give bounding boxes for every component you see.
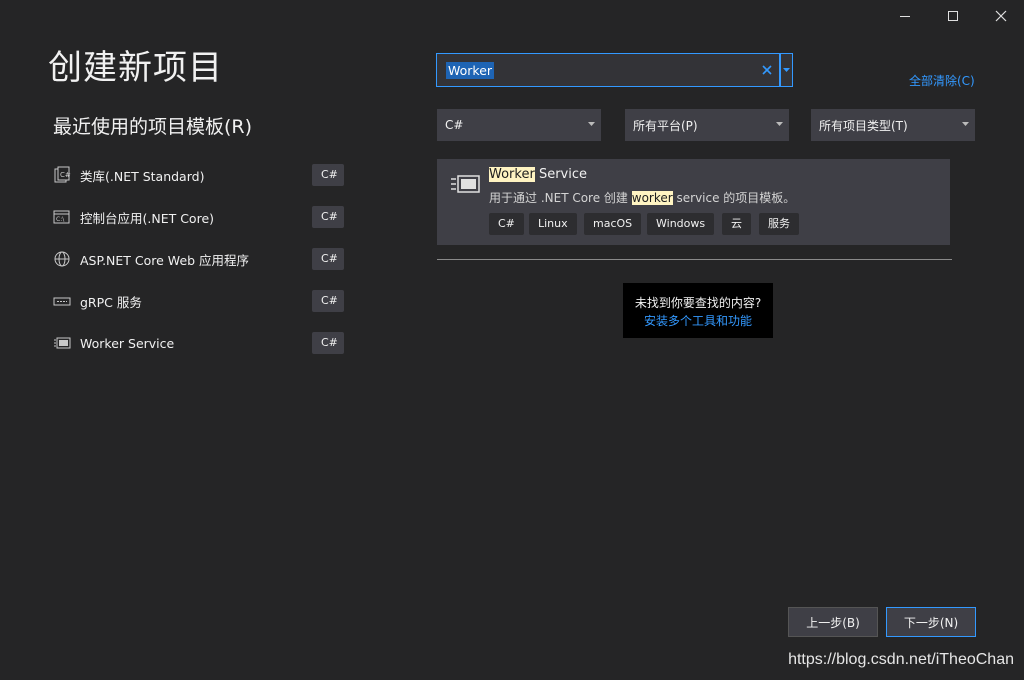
template-tag: C# xyxy=(489,213,524,235)
minimize-icon xyxy=(900,16,910,17)
search-history-dropdown[interactable] xyxy=(780,53,793,87)
watermark: https://blog.csdn.net/iTheoChan xyxy=(788,651,1014,668)
worker-service-icon xyxy=(52,333,72,353)
search-input[interactable]: Worker xyxy=(446,62,495,79)
not-found-question: 未找到你要查找的内容? xyxy=(634,296,762,310)
template-tag: 云 xyxy=(722,213,751,235)
template-tag: Linux xyxy=(529,213,577,235)
worker-service-icon xyxy=(449,171,481,197)
svg-text:C#: C# xyxy=(60,171,71,179)
page-title: 创建新项目 xyxy=(48,48,223,88)
recent-item-label: Worker Service xyxy=(80,335,175,351)
platform-filter-value: 所有平台(P) xyxy=(633,118,698,133)
language-tag: C# xyxy=(312,290,344,312)
recent-item-worker-service[interactable]: Worker Service C# xyxy=(52,330,348,356)
close-button[interactable] xyxy=(978,0,1024,32)
language-tag: C# xyxy=(312,164,344,186)
clear-search-icon[interactable] xyxy=(759,62,775,78)
project-type-filter-dropdown[interactable]: 所有项目类型(T) xyxy=(811,109,975,141)
language-tag: C# xyxy=(312,206,344,228)
recent-templates-heading: 最近使用的项目模板(R) xyxy=(53,116,253,138)
next-button[interactable]: 下一步(N) xyxy=(886,607,976,637)
platform-filter-dropdown[interactable]: 所有平台(P) xyxy=(625,109,789,141)
maximize-button[interactable] xyxy=(930,0,976,32)
install-tools-link[interactable]: 安装多个工具和功能 xyxy=(623,312,773,329)
language-tag: C# xyxy=(312,332,344,354)
not-found-panel: 未找到你要查找的内容? 安装多个工具和功能 xyxy=(623,283,773,338)
clear-all-link[interactable]: 全部清除(C) xyxy=(909,72,975,89)
recent-item-label: 控制台应用(.NET Core) xyxy=(80,210,215,226)
description-part: 用于通过 .NET Core 创建 xyxy=(489,191,632,205)
template-title: Worker Service xyxy=(489,167,587,182)
template-tag: Windows xyxy=(647,213,715,235)
chevron-down-icon xyxy=(962,122,969,126)
svg-text:C:\: C:\ xyxy=(56,216,65,223)
template-tag: 服务 xyxy=(759,213,799,235)
web-globe-icon xyxy=(52,249,72,269)
chevron-down-icon xyxy=(783,68,790,72)
language-filter-dropdown[interactable]: C# xyxy=(437,109,601,141)
recent-item-label: 类库(.NET Standard) xyxy=(80,168,205,184)
maximize-icon xyxy=(948,11,958,21)
console-app-icon: C:\ xyxy=(52,207,72,227)
search-match-highlight: worker xyxy=(631,191,673,205)
recent-item-console-app[interactable]: C:\ 控制台应用(.NET Core) C# xyxy=(52,204,348,230)
language-tag: C# xyxy=(312,248,344,270)
grpc-service-icon xyxy=(52,291,72,311)
template-result-worker-service[interactable]: Worker Service 用于通过 .NET Core 创建 worker … xyxy=(437,159,950,245)
description-part: service 的项目模板。 xyxy=(672,191,796,205)
project-type-filter-value: 所有项目类型(T) xyxy=(819,118,908,133)
template-description: 用于通过 .NET Core 创建 worker service 的项目模板。 xyxy=(489,189,795,206)
search-box[interactable]: Worker xyxy=(436,53,780,87)
close-icon xyxy=(995,10,1007,22)
recent-item-label: ASP.NET Core Web 应用程序 xyxy=(80,252,250,268)
template-title-rest: Service xyxy=(534,167,587,182)
chevron-down-icon xyxy=(776,122,783,126)
chevron-down-icon xyxy=(588,122,595,126)
back-button[interactable]: 上一步(B) xyxy=(788,607,878,637)
recent-item-aspnet-core-web[interactable]: ASP.NET Core Web 应用程序 C# xyxy=(52,246,348,272)
class-library-icon: C# xyxy=(52,165,72,185)
language-filter-value: C# xyxy=(445,118,464,132)
template-tag: macOS xyxy=(584,213,642,235)
search-match-highlight: Worker xyxy=(489,167,535,182)
recent-item-grpc-service[interactable]: gRPC 服务 C# xyxy=(52,288,348,314)
recent-item-class-library[interactable]: C# 类库(.NET Standard) C# xyxy=(52,162,348,188)
recent-item-label: gRPC 服务 xyxy=(80,294,142,310)
results-divider xyxy=(437,259,952,260)
minimize-button[interactable] xyxy=(882,0,928,32)
